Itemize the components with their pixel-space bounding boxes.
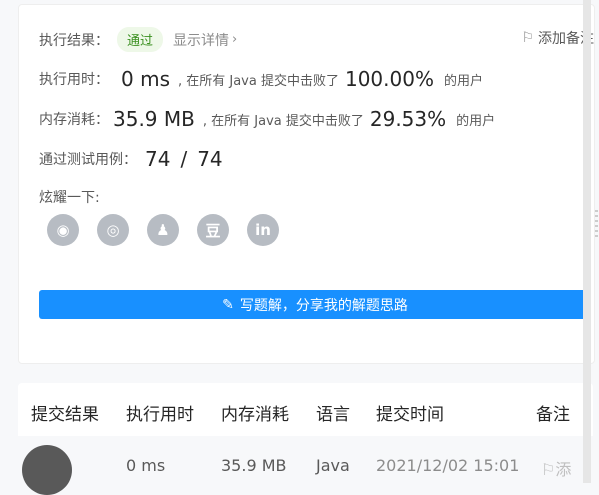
memory-label: 内存消耗： bbox=[39, 112, 109, 128]
show-details-link[interactable]: 显示详情 bbox=[173, 30, 229, 50]
write-solution-label: 写题解，分享我的解题思路 bbox=[239, 297, 408, 314]
status-badge: 通过 bbox=[117, 27, 164, 52]
douban-icon[interactable]: 豆 bbox=[197, 214, 229, 246]
linkedin-icon[interactable]: in bbox=[247, 214, 279, 246]
header-memory: 内存消耗 bbox=[221, 405, 289, 425]
tests-total: 74 bbox=[197, 147, 223, 171]
tests-separator: / bbox=[180, 147, 188, 171]
table-header: 提交结果 执行用时 内存消耗 语言 提交时间 备注 bbox=[18, 383, 593, 436]
row-note[interactable]: ⚐添 bbox=[541, 456, 571, 480]
pencil-icon: ✎ bbox=[222, 296, 234, 313]
memory-row: 内存消耗： 35.9 MB , 在所有 Java 提交中击败了 29.53% 的… bbox=[39, 107, 495, 131]
qq-icon[interactable]: ♟ bbox=[147, 214, 179, 246]
row-runtime: 0 ms bbox=[126, 456, 166, 475]
flag-icon: ⚐ bbox=[541, 460, 556, 479]
vertical-scrollbar[interactable] bbox=[583, 0, 591, 483]
submission-result-panel: 执行结果： 通过 显示详情 › ⚐ 添加备注 执行用时： 0 ms , 在所有 … bbox=[18, 4, 595, 364]
header-language: 语言 bbox=[316, 405, 350, 425]
row-time: 2021/12/02 15:01 bbox=[376, 456, 520, 475]
runtime-row: 执行用时： 0 ms , 在所有 Java 提交中击败了 100.00% 的用户 bbox=[39, 67, 483, 91]
submissions-table: 提交结果 执行用时 内存消耗 语言 提交时间 备注 bbox=[18, 383, 593, 493]
write-solution-button[interactable]: ✎ 写题解，分享我的解题思路 bbox=[39, 290, 591, 319]
result-row: 执行结果： 通过 显示详情 › bbox=[39, 27, 237, 52]
tests-label: 通过测试用例： bbox=[39, 152, 137, 168]
runtime-beat-text: , 在所有 Java 提交中击败了 bbox=[177, 73, 339, 89]
resize-handle[interactable] bbox=[595, 210, 598, 240]
row-memory: 35.9 MB bbox=[221, 456, 287, 475]
wechat-icon[interactable]: ◉ bbox=[47, 214, 79, 246]
weibo-icon[interactable]: ◎ bbox=[97, 214, 129, 246]
flag-icon: ⚐ bbox=[521, 30, 534, 46]
runtime-suffix: 的用户 bbox=[443, 73, 483, 89]
share-icons: ◉ ◎ ♟ 豆 in bbox=[47, 214, 279, 246]
runtime-label: 执行用时： bbox=[39, 72, 109, 88]
header-time: 提交时间 bbox=[376, 405, 444, 425]
runtime-value: 0 ms bbox=[121, 67, 170, 91]
header-result: 提交结果 bbox=[31, 405, 99, 425]
row-note-label: 添 bbox=[555, 460, 572, 479]
memory-suffix: 的用户 bbox=[456, 113, 496, 129]
row-language: Java bbox=[316, 456, 350, 475]
tests-row: 通过测试用例： 74 / 74 bbox=[39, 147, 223, 171]
header-note: 备注 bbox=[536, 405, 570, 425]
memory-value: 35.9 MB bbox=[113, 107, 195, 131]
runtime-percent: 100.00% bbox=[344, 67, 434, 91]
chevron-right-icon: › bbox=[232, 32, 238, 47]
avatar[interactable] bbox=[22, 445, 72, 495]
result-label: 执行结果： bbox=[39, 32, 109, 49]
share-row: 炫耀一下: bbox=[39, 187, 100, 207]
memory-beat-text: , 在所有 Java 提交中击败了 bbox=[202, 113, 364, 129]
tests-passed: 74 bbox=[145, 147, 171, 171]
memory-percent: 29.53% bbox=[369, 107, 447, 131]
header-runtime: 执行用时 bbox=[126, 405, 194, 425]
share-label: 炫耀一下: bbox=[39, 190, 100, 206]
